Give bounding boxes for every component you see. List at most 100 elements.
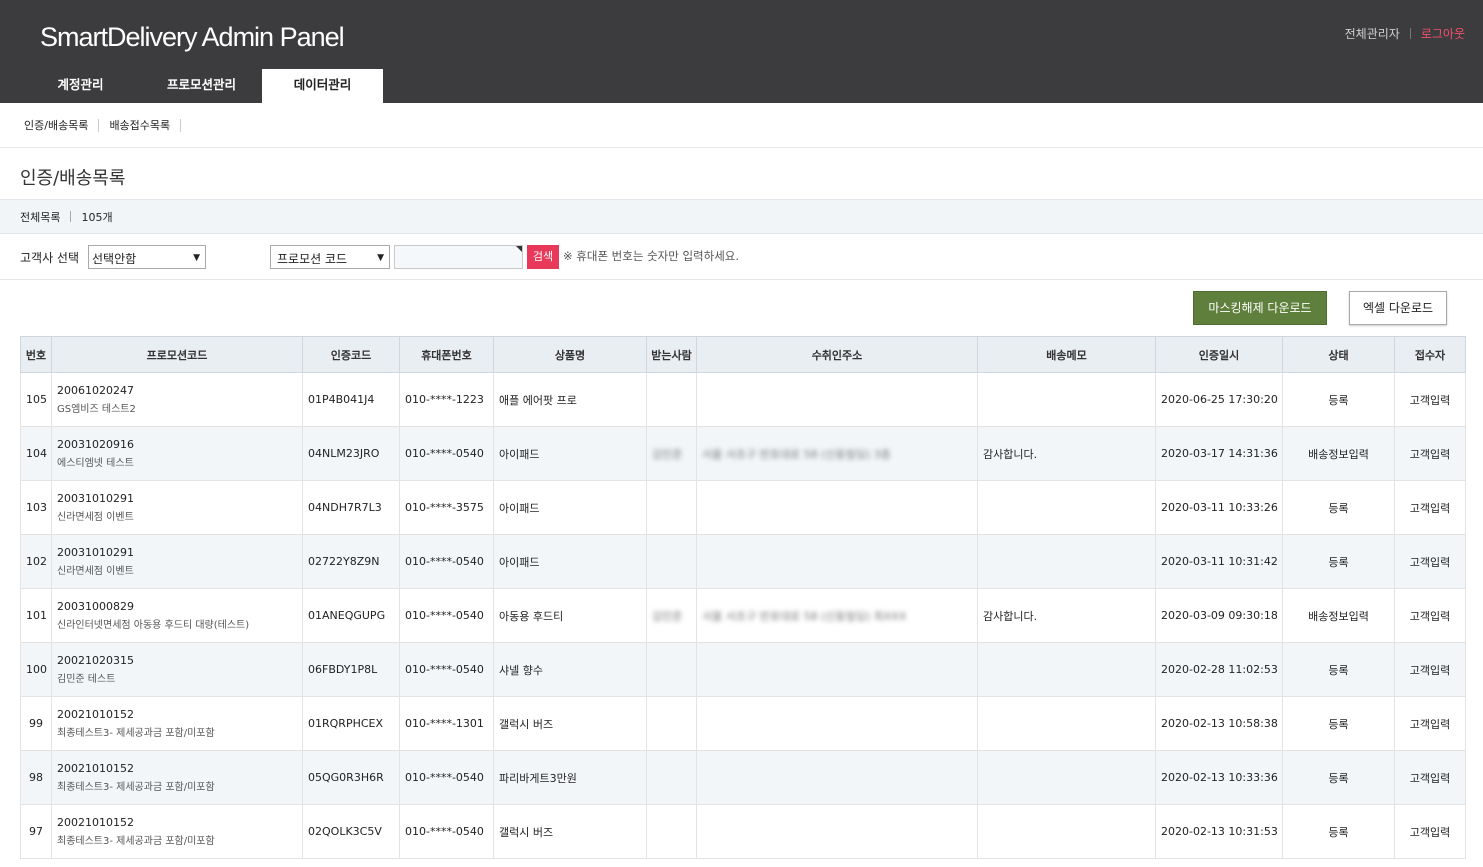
tab-promotion[interactable]: 프로모션관리 <box>141 69 262 103</box>
unmask-download-button[interactable]: 마스킹해제 다운로드 <box>1193 291 1327 325</box>
cell-memo <box>977 372 1156 427</box>
cell-receiver <box>646 750 697 805</box>
cell-registrar: 고객입력 <box>1394 588 1466 643</box>
column-header[interactable]: 상품명 <box>493 336 647 373</box>
phone-number: 010-****-0540 <box>405 771 484 784</box>
cell-phone: 010-****-0540 <box>399 750 494 805</box>
auth-code: 06FBDY1P8L <box>308 663 378 676</box>
brand-title: SmartDelivery Admin Panel <box>40 22 345 52</box>
column-header[interactable]: 배송메모 <box>977 336 1156 373</box>
search-hint: ※ 휴대폰 번호는 숫자만 입력하세요. <box>563 249 740 263</box>
registrar: 고객입력 <box>1409 717 1451 731</box>
cell-promotion: 20021010152 최종테스트3- 제세공과금 포함/미포함 <box>51 696 303 751</box>
promotion-code: 20031020916 <box>57 438 134 451</box>
status-text: 배송정보입력 <box>1308 447 1369 461</box>
cell-date: 2020-03-11 10:33:26 <box>1155 480 1283 535</box>
promotion-name: 신라면세점 이벤트 <box>57 512 134 523</box>
auth-datetime: 2020-02-28 11:02:53 <box>1161 663 1278 676</box>
table-row[interactable]: 102 20031010291 신라면세점 이벤트 02722Y8Z9N 010-***… <box>20 534 1466 589</box>
auth-code: 05QG0R3H6R <box>308 771 384 784</box>
excel-download-button[interactable]: 엑셀 다운로드 <box>1349 291 1447 325</box>
auth-datetime: 2020-03-17 14:31:36 <box>1161 447 1278 460</box>
delivery-memo: 감사합니다. <box>983 609 1038 623</box>
cell-registrar: 고객입력 <box>1394 534 1466 589</box>
column-header[interactable]: 인증코드 <box>302 336 400 373</box>
row-number: 103 <box>26 501 47 514</box>
cell-auth-code: 01RQRPHCEX <box>302 696 400 751</box>
column-header[interactable]: 접수자 <box>1394 336 1466 373</box>
product-name: 갤럭시 버즈 <box>499 825 554 839</box>
table-row[interactable]: 98 20021010152 최종테스트3- 제세공과금 포함/미포함 05QG0R3… <box>20 750 1466 805</box>
cell-promotion: 20031020916 에스티엠넷 테스트 <box>51 426 303 481</box>
search-input[interactable] <box>394 245 523 269</box>
column-header[interactable]: 받는사람 <box>646 336 697 373</box>
cell-status: 배송정보입력 <box>1282 588 1395 643</box>
cell-status: 등록 <box>1282 372 1395 427</box>
cell-phone: 010-****-0540 <box>399 426 494 481</box>
cell-registrar: 고객입력 <box>1394 642 1466 697</box>
cell-status: 등록 <box>1282 804 1395 859</box>
table-row[interactable]: 105 20061020247 GS엠비즈 테스트2 01P4B041J4 010-**… <box>20 372 1466 427</box>
status-text: 등록 <box>1328 825 1349 839</box>
row-number: 100 <box>26 663 47 676</box>
cell-date: 2020-02-13 10:31:53 <box>1155 804 1283 859</box>
cell-product: 애플 에어팟 프로 <box>493 372 647 427</box>
subnav-item-auth-delivery-list[interactable]: 인증/배송목록 <box>24 118 100 132</box>
cell-auth-code: 01ANEQGUPG <box>302 588 400 643</box>
cell-date: 2020-02-13 10:58:38 <box>1155 696 1283 751</box>
promotion-name: 김민준 테스트 <box>57 674 116 685</box>
phone-number: 010-****-3575 <box>405 501 484 514</box>
table-row[interactable]: 103 20031010291 신라면세점 이벤트 04NDH7R7L3 010-***… <box>20 480 1466 535</box>
table-row[interactable]: 104 20031020916 에스티엠넷 테스트 04NLM23JRO 010-***… <box>20 426 1466 481</box>
cell-auth-code: 05QG0R3H6R <box>302 750 400 805</box>
table-header-row: 번호 프로모션코드 인증코드 휴대폰번호 상품명 받는사람 수취인주소 배송메모… <box>20 336 1466 373</box>
search-type-value: 프로모션 코드 <box>277 252 348 266</box>
registrar: 고객입력 <box>1409 663 1451 677</box>
summary-label: 전체목록 <box>20 210 61 224</box>
promotion-name: GS엠비즈 테스트2 <box>57 404 136 415</box>
cell-no: 104 <box>20 426 52 481</box>
column-header[interactable]: 휴대폰번호 <box>399 336 494 373</box>
column-header[interactable]: 수취인주소 <box>696 336 978 373</box>
column-header[interactable]: 번호 <box>20 336 52 373</box>
cell-address: 서울 서초구 반포대로 58 (신동빌딩) 최XXX <box>696 588 978 643</box>
auth-datetime: 2020-02-13 10:33:36 <box>1161 771 1278 784</box>
client-select[interactable]: 선택안함 ▼ <box>88 245 206 269</box>
promotion-code: 20031000829 <box>57 600 134 613</box>
registrar: 고객입력 <box>1409 609 1451 623</box>
table-row[interactable]: 97 20021010152 최종테스트3- 제세공과금 포함/미포함 02QOLK3… <box>20 804 1466 859</box>
column-header[interactable]: 인증일시 <box>1155 336 1283 373</box>
auth-code: 02QOLK3C5V <box>308 825 382 838</box>
phone-number: 010-****-0540 <box>405 555 484 568</box>
tab-data[interactable]: 데이터관리 <box>262 69 383 103</box>
delivery-memo: 감사합니다. <box>983 447 1038 461</box>
row-number: 102 <box>26 555 47 568</box>
table-row[interactable]: 100 20021020315 김민준 테스트 06FBDY1P8L 010-****-… <box>20 642 1466 697</box>
promotion-name: 신라면세점 이벤트 <box>57 566 134 577</box>
table-row[interactable]: 99 20021010152 최종테스트3- 제세공과금 포함/미포함 01RQRPH… <box>20 696 1466 751</box>
promotion-code: 20021010152 <box>57 708 134 721</box>
subnav-item-delivery-receipt-list[interactable]: 배송접수목록 <box>99 118 182 132</box>
search-type-select[interactable]: 프로모션 코드 ▼ <box>270 245 390 269</box>
search-button[interactable]: 검색 <box>527 245 559 269</box>
registrar: 고객입력 <box>1409 825 1451 839</box>
cell-promotion: 20021020315 김민준 테스트 <box>51 642 303 697</box>
cell-phone: 010-****-1223 <box>399 372 494 427</box>
auth-code: 04NDH7R7L3 <box>308 501 382 514</box>
auth-datetime: 2020-06-25 17:30:20 <box>1161 393 1278 406</box>
auth-code: 02722Y8Z9N <box>308 555 380 568</box>
cell-registrar: 고객입력 <box>1394 372 1466 427</box>
auth-code: 04NLM23JRO <box>308 447 380 460</box>
table-row[interactable]: 101 20031000829 신라인터넷면세점 아동용 후드티 대량(테스트) 01… <box>20 588 1466 643</box>
cell-receiver: 김민준 <box>646 426 697 481</box>
list-summary: 전체목록 105개 <box>0 199 1483 234</box>
product-name: 샤넬 향수 <box>499 663 543 677</box>
status-text: 등록 <box>1328 393 1349 407</box>
logout-link[interactable]: 로그아웃 <box>1421 25 1465 42</box>
product-name: 아이패드 <box>499 555 540 569</box>
column-header[interactable]: 상태 <box>1282 336 1395 373</box>
tab-account[interactable]: 계정관리 <box>20 69 141 103</box>
column-header[interactable]: 프로모션코드 <box>51 336 303 373</box>
row-number: 101 <box>26 609 47 622</box>
cell-phone: 010-****-0540 <box>399 804 494 859</box>
